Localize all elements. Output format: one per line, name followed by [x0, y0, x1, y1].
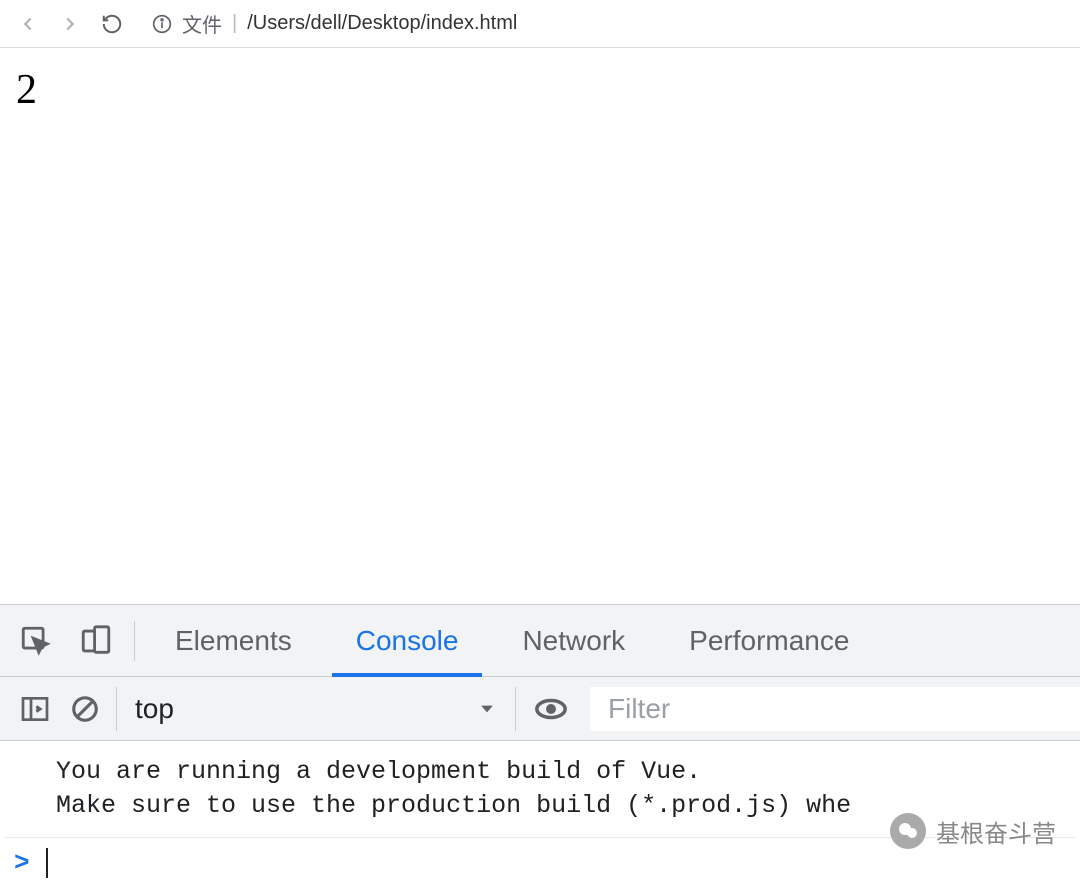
page-viewport: 2 — [0, 48, 1080, 604]
devtools-tabbar: Elements Console Network Performance — [0, 605, 1080, 677]
console-sidebar-toggle[interactable] — [10, 677, 60, 741]
watermark-text: 基根奋斗营 — [936, 814, 1056, 849]
url-divider: | — [232, 12, 237, 35]
watermark: 基根奋斗营 — [890, 813, 1056, 849]
url-path: /Users/dell/Desktop/index.html — [247, 12, 517, 35]
dropdown-icon — [477, 699, 497, 719]
tab-performance-label: Performance — [689, 625, 849, 657]
tab-elements-label: Elements — [175, 625, 292, 657]
filter-input[interactable] — [590, 687, 1080, 731]
tab-network-label: Network — [522, 625, 625, 657]
tab-console[interactable]: Console — [324, 605, 491, 677]
clear-console-button[interactable] — [60, 677, 110, 741]
address-bar[interactable]: 文件 | /Users/dell/Desktop/index.html — [138, 9, 1068, 38]
reload-button[interactable] — [96, 8, 128, 40]
tab-performance[interactable]: Performance — [657, 605, 881, 677]
divider — [134, 621, 135, 661]
back-button[interactable] — [12, 8, 44, 40]
wechat-icon — [890, 813, 926, 849]
device-toolbar-button[interactable] — [66, 605, 126, 677]
inspect-element-button[interactable] — [6, 605, 66, 677]
tab-network[interactable]: Network — [490, 605, 657, 677]
tab-console-label: Console — [356, 625, 459, 657]
browser-toolbar: 文件 | /Users/dell/Desktop/index.html — [0, 0, 1080, 48]
prompt-caret-icon: > — [14, 848, 30, 878]
execution-context-selector[interactable]: top — [116, 687, 516, 731]
forward-button[interactable] — [54, 8, 86, 40]
text-cursor — [46, 848, 48, 878]
live-expression-button[interactable] — [526, 677, 576, 741]
tab-elements[interactable]: Elements — [143, 605, 324, 677]
context-label: top — [135, 693, 174, 725]
page-content-text: 2 — [16, 66, 1064, 114]
info-icon — [152, 14, 172, 34]
url-protocol-label: 文件 — [182, 9, 222, 38]
console-toolbar: top — [0, 677, 1080, 741]
